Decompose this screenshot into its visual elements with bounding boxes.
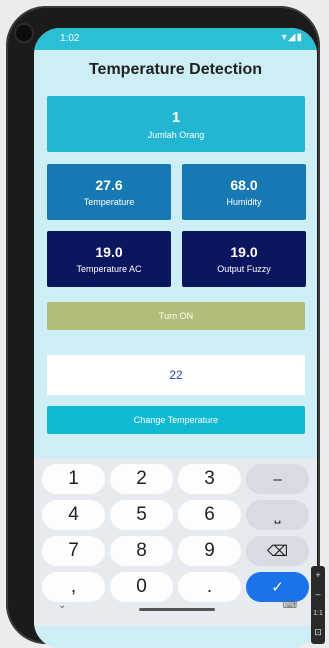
output-fuzzy-card: 19.0 Output Fuzzy bbox=[182, 231, 306, 287]
fit-screen-icon[interactable]: ⊡ bbox=[311, 623, 325, 642]
temperature-ac-label: Temperature AC bbox=[76, 264, 142, 274]
status-time: 1:02 bbox=[60, 33, 80, 44]
home-gesture-pill[interactable] bbox=[139, 608, 215, 611]
people-count-value: 1 bbox=[171, 108, 181, 126]
key-3[interactable]: 3 bbox=[178, 464, 241, 494]
key-5[interactable]: 5 bbox=[110, 500, 173, 530]
emulator-side-toolbar: + – 1:1 ⊡ bbox=[311, 566, 325, 644]
key-7[interactable]: 7 bbox=[42, 536, 105, 566]
status-bar: 1:02 ▾◢▮ bbox=[34, 28, 317, 50]
humidity-value: 68.0 bbox=[230, 177, 258, 193]
app-screen: 1:02 ▾◢▮ Temperature Detection 1 Jumlah … bbox=[34, 28, 317, 648]
change-temperature-button[interactable]: Change Temperature bbox=[47, 406, 305, 434]
backspace-key[interactable]: ⌫ bbox=[246, 536, 309, 566]
nav-back-icon[interactable]: ⌄ bbox=[58, 600, 66, 611]
key-minus[interactable]: – bbox=[246, 464, 309, 494]
status-icons: ▾◢▮ bbox=[281, 32, 303, 43]
people-count-label: Jumlah Orang bbox=[147, 129, 205, 140]
temperature-ac-value: 19.0 bbox=[95, 244, 123, 260]
key-2[interactable]: 2 bbox=[110, 464, 173, 494]
key-8[interactable]: 8 bbox=[110, 536, 173, 566]
temperature-value: 27.6 bbox=[95, 177, 123, 193]
key-1[interactable]: 1 bbox=[42, 464, 105, 494]
key-4[interactable]: 4 bbox=[42, 500, 105, 530]
humidity-label: Humidity bbox=[226, 197, 262, 207]
temperature-card: 27.6 Temperature bbox=[47, 164, 171, 220]
page-title: Temperature Detection bbox=[88, 61, 263, 78]
temperature-label: Temperature bbox=[83, 197, 135, 207]
navigation-bar: ⌄ ⌨ bbox=[34, 598, 317, 626]
key-6[interactable]: 6 bbox=[178, 500, 241, 530]
zoom-in-icon[interactable]: + bbox=[311, 566, 325, 585]
people-count-card: 1 Jumlah Orang bbox=[47, 96, 305, 152]
humidity-card: 68.0 Humidity bbox=[182, 164, 306, 220]
temperature-ac-card: 19.0 Temperature AC bbox=[47, 231, 171, 287]
numeric-keyboard: 1 2 3 – 4 5 6 ⎵ 7 8 9 ⌫ , 0 . ✓ ⌄ ⌨ bbox=[34, 458, 317, 626]
key-space[interactable]: ⎵ bbox=[246, 500, 309, 530]
keyboard-switch-icon[interactable]: ⌨ bbox=[283, 600, 297, 611]
phone-frame: 1:02 ▾◢▮ Temperature Detection 1 Jumlah … bbox=[6, 6, 320, 648]
temperature-input[interactable]: 22 bbox=[47, 355, 305, 395]
actual-size-icon[interactable]: 1:1 bbox=[311, 604, 325, 623]
turn-on-button[interactable]: Turn ON bbox=[47, 302, 305, 330]
output-fuzzy-value: 19.0 bbox=[230, 244, 258, 260]
key-9[interactable]: 9 bbox=[178, 536, 241, 566]
zoom-out-icon[interactable]: – bbox=[311, 585, 325, 604]
front-camera bbox=[14, 23, 34, 43]
output-fuzzy-label: Output Fuzzy bbox=[217, 264, 271, 274]
